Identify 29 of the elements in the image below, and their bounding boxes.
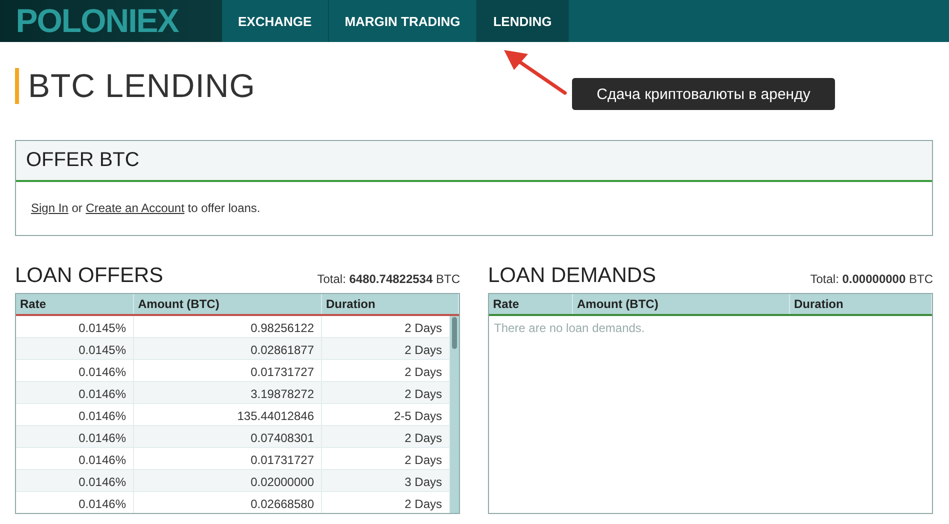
table-cell: 0.02668580: [134, 492, 322, 513]
sign-in-sentence: Sign In or Create an Account to offer loans.: [31, 201, 260, 215]
annotation-tooltip: Сдача криптовалюты в аренду: [572, 78, 835, 110]
empty-message: There are no loan demands.: [493, 320, 646, 337]
column-header[interactable]: Amount (BTC): [134, 294, 322, 314]
scrollbar[interactable]: [450, 316, 459, 513]
create-account-link[interactable]: Create an Account: [86, 201, 184, 215]
table-cell: 0.0145%: [16, 338, 134, 360]
table-cell: 0.0146%: [16, 382, 134, 404]
column-header[interactable]: Amount (BTC): [573, 294, 790, 314]
column-header[interactable]: Duration: [322, 294, 459, 314]
table-cell: 0.02861877: [134, 338, 322, 360]
table-cell: 0.0146%: [16, 470, 134, 492]
table-cell: 0.02000000: [134, 470, 322, 492]
nav-tab[interactable]: LENDING: [477, 0, 569, 42]
section-title: LOAN OFFERS: [15, 264, 164, 288]
column-header[interactable]: Rate: [489, 294, 573, 314]
column-header[interactable]: Duration: [790, 294, 932, 314]
table-cell: 0.0146%: [16, 492, 134, 513]
sign-in-link[interactable]: Sign In: [31, 201, 68, 215]
total-text: Total: 6480.74822534 BTC: [317, 272, 460, 288]
section-title: LOAN DEMANDS: [488, 264, 656, 288]
total-text: Total: 0.00000000 BTC: [810, 272, 933, 288]
nav-tab[interactable]: MARGIN TRADING: [328, 0, 478, 42]
table-cell: 3.19878272: [134, 382, 322, 404]
panel-title: OFFER BTC: [26, 149, 140, 172]
column-header[interactable]: Rate: [16, 294, 134, 314]
table-cell: 0.0146%: [16, 426, 134, 448]
table-cell: 0.07408301: [134, 426, 322, 448]
